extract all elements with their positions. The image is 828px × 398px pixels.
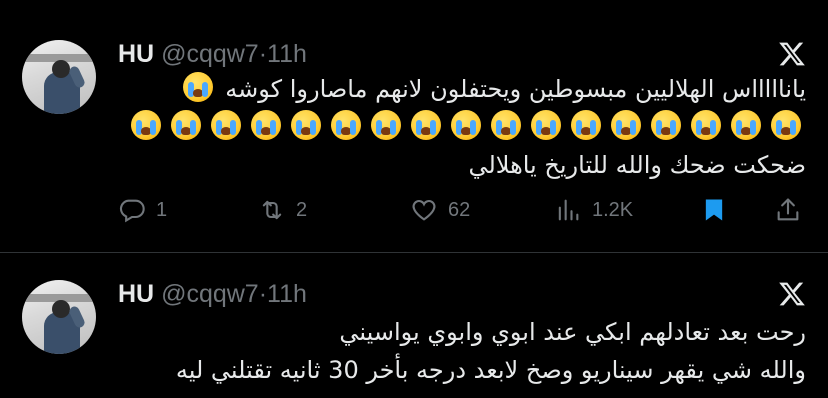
view-count: 1.2K	[592, 198, 634, 221]
tweet-actions: 1 2 62 1.2K	[118, 190, 808, 230]
tweet-header: HU @cqqw7·11h	[118, 40, 307, 69]
loudly-crying-face-icon	[731, 110, 761, 140]
separator: ·	[258, 40, 268, 68]
share-button[interactable]	[774, 196, 802, 224]
loudly-crying-face-icon	[411, 110, 441, 140]
tweet[interactable]: HU @cqqw7·11h رحت بعد تعادلهم ابكي عند ا…	[0, 253, 828, 398]
loudly-crying-face-icon	[571, 110, 601, 140]
loudly-crying-face-icon	[331, 110, 361, 140]
reply-button[interactable]: 1	[118, 196, 167, 224]
loudly-crying-face-icon	[771, 110, 801, 140]
loudly-crying-face-icon	[531, 110, 561, 140]
tweet-text-line: ياناااااس الهلاليين مبسوطين ويحتفلون لان…	[118, 70, 806, 108]
loudly-crying-face-icon	[691, 110, 721, 140]
reply-count: 1	[156, 198, 168, 221]
timestamp[interactable]: 11h	[267, 40, 307, 68]
analytics-icon	[558, 199, 579, 221]
x-logo-icon	[779, 282, 805, 306]
loudly-crying-face-icon	[291, 110, 321, 140]
x-logo-icon	[779, 42, 805, 66]
user-handle[interactable]: @cqqw7	[161, 280, 259, 308]
heart-icon	[412, 199, 436, 221]
bookmark-button[interactable]	[700, 196, 728, 224]
loudly-crying-face-icon	[131, 110, 161, 140]
loudly-crying-face-icon	[491, 110, 521, 140]
tweet[interactable]: HU @cqqw7·11h ياناااااس الهلاليين مبسوطي…	[0, 0, 828, 252]
avatar[interactable]	[22, 280, 96, 354]
loudly-crying-face-icon	[182, 72, 213, 102]
loudly-crying-face-icon	[611, 110, 641, 140]
tweet-text-line: والله شي يقهر سيناريو وصخ لابعد درجه بأخ…	[175, 356, 806, 384]
display-name[interactable]: HU	[118, 40, 154, 68]
share-icon	[777, 198, 799, 221]
timestamp[interactable]: 11h	[267, 280, 307, 308]
reply-icon	[119, 199, 145, 223]
loudly-crying-face-icon	[211, 110, 241, 140]
tweet-header: HU @cqqw7·11h	[118, 280, 307, 309]
like-button[interactable]: 62	[410, 196, 470, 224]
repost-count: 2	[296, 198, 308, 221]
loudly-crying-face-icon	[171, 110, 201, 140]
repost-icon	[262, 200, 282, 220]
display-name[interactable]: HU	[118, 280, 154, 308]
bookmark-icon	[705, 199, 723, 221]
loudly-crying-face-icon	[451, 110, 481, 140]
loudly-crying-face-icon	[251, 110, 281, 140]
emoji-row	[118, 108, 806, 146]
avatar[interactable]	[22, 40, 96, 114]
views-button[interactable]: 1.2K	[554, 196, 633, 224]
user-handle[interactable]: @cqqw7	[161, 40, 259, 68]
tweet-text-line: رحت بعد تعادلهم ابكي عند ابوي وابوي يواس…	[339, 318, 806, 346]
tweet-text-line: ضحكت ضحك والله للتاريخ ياهلالي	[468, 151, 806, 179]
repost-button[interactable]: 2	[258, 196, 307, 224]
loudly-crying-face-icon	[371, 110, 401, 140]
tweet-text: رحت بعد تعادلهم ابكي عند ابوي وابوي يواس…	[118, 313, 806, 389]
tweet-text: ياناااااس الهلاليين مبسوطين ويحتفلون لان…	[118, 70, 806, 184]
separator: ·	[258, 280, 268, 308]
loudly-crying-face-icon	[651, 110, 681, 140]
like-count: 62	[448, 198, 471, 221]
